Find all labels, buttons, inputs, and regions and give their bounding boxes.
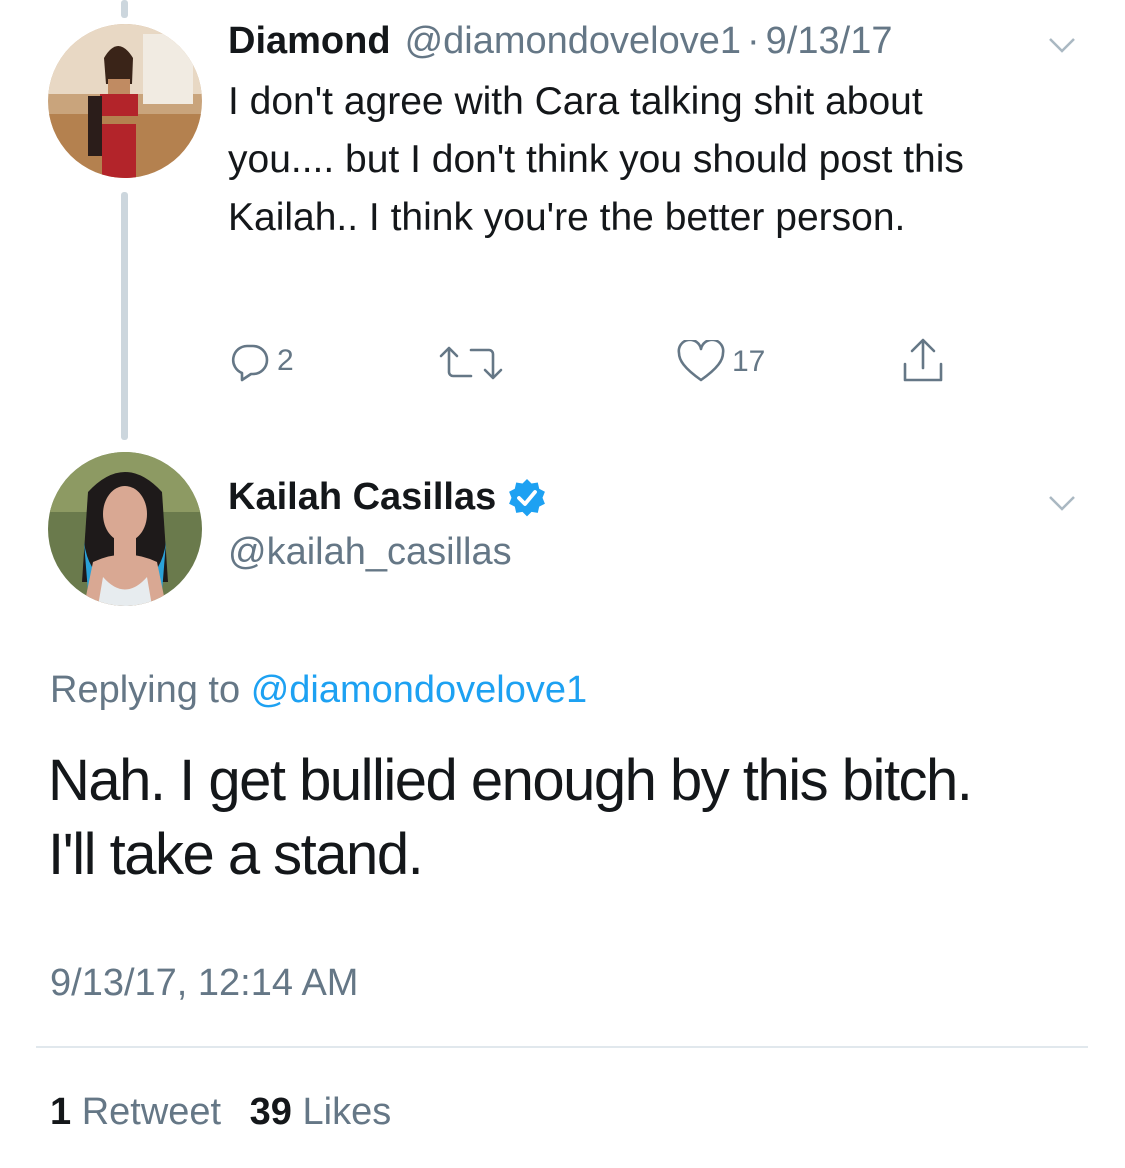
separator-dot: · [747, 20, 760, 62]
author-handle[interactable]: @kailah_casillas [228, 531, 512, 574]
author-handle[interactable]: @diamondovelove1 [405, 20, 741, 63]
author-name[interactable]: Diamond [228, 20, 391, 63]
tweet-date[interactable]: 9/13/17 [766, 20, 893, 63]
parent-tweet-header: Diamond @diamondovelove1 · 9/13/17 [228, 20, 892, 68]
divider [36, 1046, 1088, 1048]
retweet-total: 1 [50, 1091, 72, 1133]
retweet-label: Retweet [81, 1091, 222, 1133]
replying-prefix: Replying to [50, 669, 241, 711]
likes-stat[interactable]: 39 Likes [250, 1091, 392, 1133]
chevron-down-icon[interactable] [1044, 490, 1080, 514]
like-action[interactable]: 17 [676, 340, 765, 384]
main-tweet-text-line1: Nah. I get bullied enough by this bitch. [48, 748, 973, 813]
tweet-timestamp[interactable]: 9/13/17, 12:14 AM [50, 962, 358, 1005]
chevron-down-icon[interactable] [1044, 32, 1080, 56]
main-tweet-author: Kailah Casillas [228, 476, 548, 519]
thread-line-top [121, 0, 128, 18]
retweet-action[interactable] [437, 342, 505, 384]
replying-to-link[interactable]: @diamondovelove1 [251, 669, 587, 711]
author-name[interactable]: Kailah Casillas [228, 476, 496, 519]
main-tweet-text: Nah. I get bullied enough by this bitch.… [48, 744, 1098, 892]
like-total: 39 [249, 1091, 292, 1133]
verified-badge-icon [509, 478, 546, 516]
reply-icon [231, 344, 269, 382]
parent-tweet-text: I don't agree with Cara talking shit abo… [228, 80, 964, 239]
retweet-icon [439, 346, 503, 380]
share-icon[interactable] [899, 336, 947, 386]
thread-line [121, 192, 128, 440]
main-tweet-text-line2: I'll take a stand. [48, 822, 424, 887]
retweets-stat[interactable]: 1 Retweet [50, 1091, 232, 1133]
avatar-diamond[interactable] [48, 24, 202, 178]
tweet-stats: 1 Retweet 39 Likes [50, 1091, 391, 1134]
heart-icon [677, 340, 725, 382]
avatar-kailah[interactable] [48, 452, 202, 606]
replying-to-line: Replying to @diamondovelove1 [50, 669, 587, 712]
reply-action[interactable]: 2 [229, 340, 294, 382]
like-count: 17 [732, 345, 766, 378]
reply-count: 2 [277, 344, 294, 377]
like-label: Likes [302, 1091, 392, 1133]
